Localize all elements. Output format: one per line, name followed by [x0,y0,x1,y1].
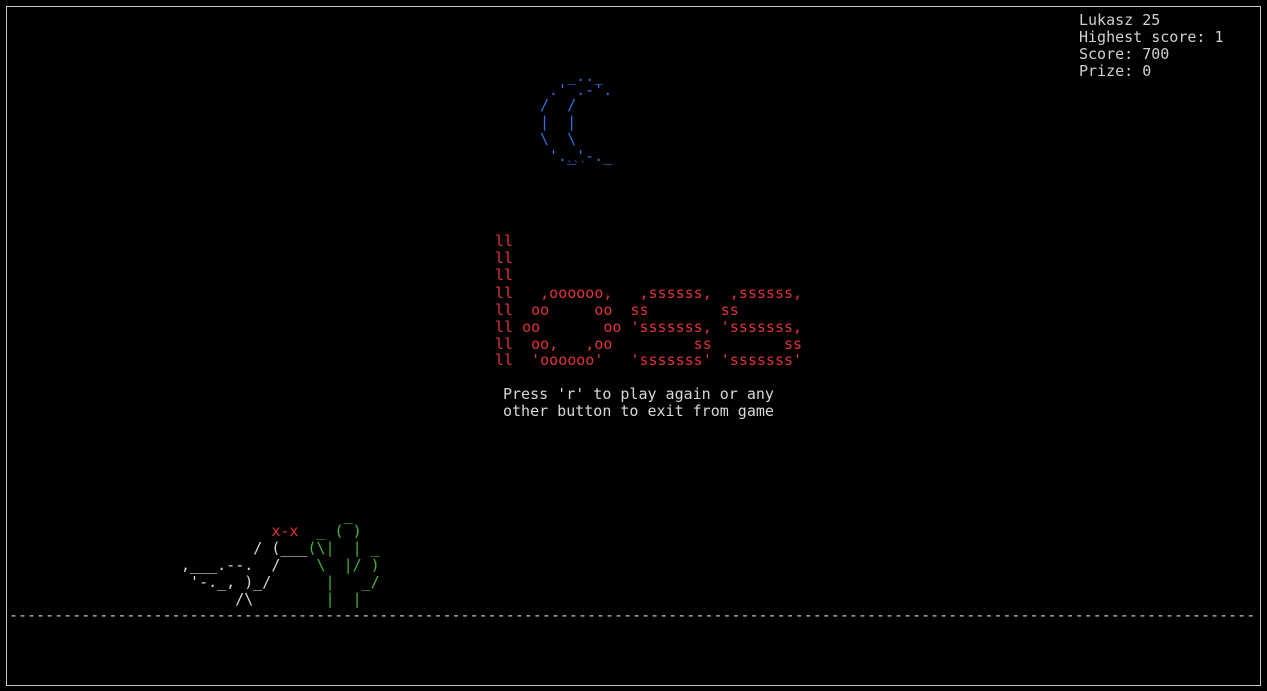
logo-line: ll 'oooooo' 'sssssss' 'sssssss' [495,351,803,369]
moon-line: | | [540,113,577,131]
highest-score: Highest score: 1 [1079,28,1224,46]
dino-eyes: x-x [172,522,299,540]
moon-line: \ \ [540,130,577,148]
player-name: Lukasz 25 [1079,11,1161,29]
logo-line: ll oo oo ss ss [495,301,739,319]
dino-part: '-._, )_/ [172,573,272,591]
cactus-part: | _/ [271,573,380,591]
logo-line: ll [495,266,514,284]
art-line: ,___.--. / \ |/ ) [172,557,380,574]
message-line: other button to exit from game [503,402,774,420]
dino-part: /\ [172,590,254,608]
dino-part: ,___.--. / [172,556,281,574]
prize: Prize: 0 [1079,62,1152,80]
art-line: / (___(\| | _ [172,539,380,557]
moon-line: / / [540,96,577,114]
logo-line: ll [495,232,514,250]
logo-line: ll ,oooooo, ,ssssss, ,ssssss, [495,284,803,302]
moon-line: ``` [540,159,587,172]
ground-line: ----------------------------------------… [9,607,1254,624]
cactus-part: | | [253,590,362,608]
logo-line: ll oo oo 'sssssss, 'sssssss, [495,318,803,336]
cactus-part: \ |/ ) [280,556,380,574]
art-line: x-x _ ( ) [172,522,362,540]
art-line: /\ | | [172,590,362,608]
logo-line: ll [495,249,514,267]
cactus-part: _ ( ) [298,522,362,540]
cactus-part: (\| | _ [307,539,380,557]
dino-part: / (___ [172,539,308,557]
current-score: Score: 700 [1079,45,1170,63]
message-line: Press 'r' to play again or any [503,385,774,403]
art-line: '-._, )_/ | _/ [172,574,380,591]
